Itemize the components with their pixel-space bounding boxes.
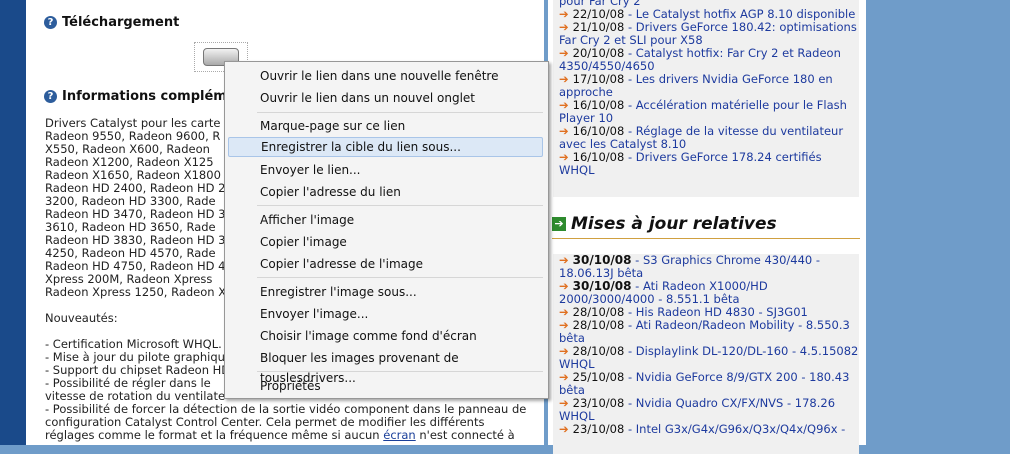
arrow-icon: ➔ [559,279,569,293]
news-date: 20/10/08 [572,46,625,60]
update-item[interactable]: ➔ 30/10/08 - Ati Radeon X1000/HD 2000/300… [553,280,859,306]
menu-separator [257,112,543,113]
ctx-set-wallpaper[interactable]: Choisir l'image comme fond d'écran [228,326,543,346]
update-text[interactable]: His Radeon HD 4830 - SJ3G01 [636,305,808,319]
ctx-save-link-target[interactable]: Enregistrer la cible du lien sous... [228,137,543,157]
update-item[interactable]: ➔ 25/10/08 - Nvidia GeForce 8/9/GTX 200 -… [553,371,859,397]
page-background-right [866,0,1010,445]
news-item[interactable]: ➔ 16/10/08 - Drivers GeForce 178.24 certi… [553,151,859,177]
ctx-block-images[interactable]: Bloquer les images provenant de touslesd… [228,348,543,385]
news-text[interactable]: Le Catalyst hotfix AGP 8.10 disponible [636,7,856,21]
arrow-icon: ➔ [559,150,569,164]
arrow-icon: ➔ [559,20,569,34]
arrow-icon: ➔ [559,72,569,86]
arrow-icon: ➔ [559,7,569,21]
section-title: Informations compléme [62,89,236,104]
update-date: 28/10/08 [572,305,625,319]
ecran-link[interactable]: écran [383,428,415,442]
ctx-open-new-window[interactable]: Ouvrir le lien dans une nouvelle fenêtre [228,66,543,86]
help-icon[interactable]: ? [44,16,57,29]
news-item[interactable]: ➔ 21/10/08 - Drivers GeForce 180.42: opti… [553,21,859,47]
update-item[interactable]: ➔ 23/10/08 - Nvidia Quadro CX/FX/NVS - 17… [553,397,859,423]
news-date: 17/10/08 [572,72,625,86]
news-date: 16/10/08 [572,150,625,164]
update-date: 28/10/08 [572,344,625,358]
news-list: pour Far Cry 2 ➔ 22/10/08 - Le Catalyst h… [553,0,859,197]
arrow-icon: ➔ [559,318,569,332]
ctx-open-new-tab[interactable]: Ouvrir le lien dans un nouvel onglet [228,88,543,108]
news-item[interactable]: ➔ 16/10/08 - Réglage de la vitesse du ven… [553,125,859,151]
update-date: 30/10/08 [572,279,632,293]
arrow-icon: ➔ [559,370,569,384]
section-informations: ? Informations compléme [44,89,236,104]
text-segment: réglages comme le format et la fréquence… [45,428,384,442]
menu-separator [257,277,543,278]
left-page-border [0,0,26,445]
update-date: 28/10/08 [572,318,625,332]
arrow-icon: ➔ [559,253,569,267]
menu-separator [257,205,543,206]
mises-heading: ➔ Mises à jour relatives [552,214,860,239]
ctx-properties[interactable]: Propriétés [228,376,543,396]
update-item[interactable]: ➔ 30/10/08 - S3 Graphics Chrome 430/440 -… [553,254,859,280]
arrow-right-icon: ➔ [552,217,566,231]
ctx-copy-image-address[interactable]: Copier l'adresse de l'image [228,254,543,274]
menu-separator [257,371,543,372]
news-date: 16/10/08 [572,124,625,138]
arrow-icon: ➔ [559,344,569,358]
ctx-send-link[interactable]: Envoyer le lien... [228,160,543,180]
news-item[interactable]: ➔ 17/10/08 - Les drivers Nvidia GeForce 1… [553,73,859,99]
news-item[interactable]: ➔ 16/10/08 - Accélération matérielle pour… [553,99,859,125]
update-text[interactable]: Intel G3x/G4x/G96x/Q3x/Q4x/Q96x - [636,422,846,436]
news-date: 21/10/08 [572,20,625,34]
ctx-bookmark-link[interactable]: Marque-page sur ce lien [228,116,543,136]
arrow-icon: ➔ [559,396,569,410]
arrow-icon: ➔ [559,305,569,319]
ctx-save-image[interactable]: Enregistrer l'image sous... [228,282,543,302]
text-segment: n'est connecté à [415,428,515,442]
update-date: 23/10/08 [572,396,625,410]
section-telechargement: ? Téléchargement [44,15,179,30]
ctx-send-image[interactable]: Envoyer l'image... [228,304,543,324]
update-date: 25/10/08 [572,370,625,384]
update-date: 23/10/08 [572,422,625,436]
ctx-copy-image[interactable]: Copier l'image [228,232,543,252]
news-item[interactable]: ➔ 20/10/08 - Catalyst hotfix: Far Cry 2 e… [553,47,859,73]
text-line: réglages comme le format et la fréquence… [45,429,531,442]
help-icon[interactable]: ? [44,90,57,103]
mises-list: ➔ 30/10/08 - S3 Graphics Chrome 430/440 -… [553,254,859,454]
update-item[interactable]: ➔ 28/10/08 - Ati Radeon/Radeon Mobility -… [553,319,859,345]
ctx-copy-link-address[interactable]: Copier l'adresse du lien [228,182,543,202]
ctx-view-image[interactable]: Afficher l'image [228,210,543,230]
update-item[interactable]: ➔ 28/10/08 - Displaylink DL-120/DL-160 - … [553,345,859,371]
update-item[interactable]: ➔ 23/10/08 - Intel G3x/G4x/G96x/Q3x/Q4x/Q… [553,423,859,436]
mises-title-text: Mises à jour relatives [571,214,777,234]
arrow-icon: ➔ [559,422,569,436]
arrow-icon: ➔ [559,124,569,138]
news-date: 22/10/08 [572,7,625,21]
news-date: 16/10/08 [572,98,625,112]
update-date: 30/10/08 [572,253,632,267]
arrow-icon: ➔ [559,98,569,112]
context-menu: Ouvrir le lien dans une nouvelle fenêtre… [224,61,549,399]
section-title: Téléchargement [62,15,180,30]
arrow-icon: ➔ [559,46,569,60]
